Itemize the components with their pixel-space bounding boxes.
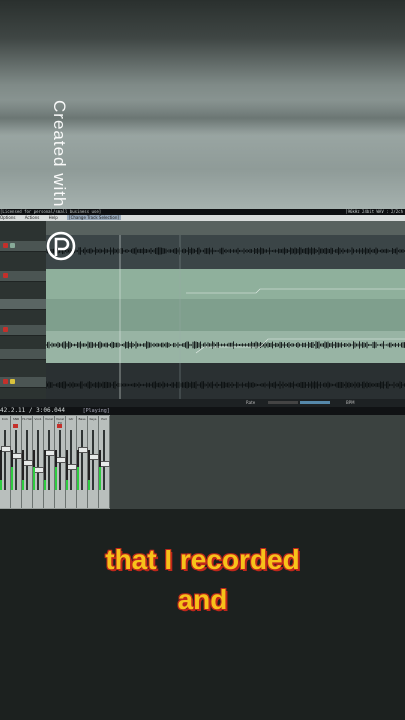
level-meter [88, 450, 90, 490]
mixer-channel-strip[interactable]: Vocal [44, 416, 55, 508]
time-display: 42.2.11 / 3:06.044 [Playing] [0, 407, 405, 415]
solo-icon[interactable] [10, 379, 15, 384]
fader-track [4, 430, 6, 490]
rate-label: Rate [246, 400, 256, 405]
mixer-channel-strip[interactable]: SNR [11, 416, 22, 508]
waveform-display [46, 235, 405, 401]
fader-track [103, 430, 105, 490]
record-arm-icon[interactable] [13, 424, 18, 428]
volume-fader[interactable] [34, 467, 44, 473]
level-meter [44, 450, 46, 490]
fader-track [81, 430, 83, 490]
arrange-view[interactable] [46, 235, 405, 401]
mixer-channel-strip[interactable]: Pad [99, 416, 110, 508]
record-arm-icon[interactable] [57, 424, 62, 428]
waveform [46, 341, 405, 349]
channel-label: Gtr [68, 417, 74, 421]
bpm-label: BPM [346, 400, 355, 405]
mute-icon[interactable] [10, 243, 15, 248]
subtitle-caption: that I recorded and [0, 540, 405, 620]
volume-fader[interactable] [45, 450, 55, 456]
mixer-channel-strip[interactable]: Keys [88, 416, 99, 508]
zoom-slider[interactable] [300, 401, 330, 404]
record-arm-icon[interactable] [3, 379, 8, 384]
track-header-5[interactable] [0, 349, 46, 360]
track-header-2[interactable] [0, 271, 46, 282]
level-meter [66, 450, 68, 490]
fader-track [48, 430, 50, 490]
volume-fader[interactable] [23, 460, 33, 466]
caption-line-2: and [177, 584, 228, 615]
volume-fader[interactable] [56, 457, 66, 463]
fader-track [37, 430, 39, 490]
watermark-text: Created with [50, 100, 69, 208]
volume-fader[interactable] [89, 454, 99, 460]
waveform [46, 247, 405, 255]
envelope-line [186, 288, 405, 294]
menu-options[interactable]: Options [0, 215, 15, 220]
channel-label: Hi-Hat [22, 417, 32, 421]
track-header-1[interactable] [0, 241, 46, 252]
track-header-4[interactable] [0, 325, 46, 336]
level-meter [11, 450, 13, 490]
volume-fader[interactable] [78, 447, 88, 453]
mixer-channel-strip[interactable]: Hi-Hat [22, 416, 33, 508]
menu-actions[interactable]: Actions [25, 215, 40, 220]
mixer-channel-strip[interactable]: Vocal FX [55, 416, 66, 508]
volume-fader[interactable] [1, 446, 11, 452]
channel-label: SNR [12, 417, 20, 421]
mixer-channel-strip[interactable]: Kick [0, 416, 11, 508]
channel-label: Vox1 [34, 417, 42, 421]
position-readout: 42.2.11 / 3:06.044 [0, 407, 66, 414]
fader-track [70, 430, 72, 490]
channel-label: Vocal [45, 417, 53, 421]
volume-fader[interactable] [100, 461, 110, 467]
level-meter [33, 450, 35, 490]
level-meter [55, 450, 57, 490]
level-meter [99, 450, 101, 490]
timeline-ruler[interactable] [46, 221, 405, 236]
volume-fader[interactable] [12, 453, 22, 459]
track-header-3[interactable] [0, 299, 46, 310]
channel-label: Pad [101, 417, 107, 421]
record-arm-icon[interactable] [3, 243, 8, 248]
play-state: [Playing] [82, 408, 110, 414]
fader-track [92, 430, 94, 490]
rate-slider[interactable] [268, 401, 298, 404]
channel-label: Kick [1, 417, 9, 421]
fader-track [15, 430, 17, 490]
mixer-channel-strip[interactable]: Bass [77, 416, 88, 508]
track-control-panel [0, 221, 46, 401]
channel-label: Bass [78, 417, 86, 421]
channel-label: Keys [89, 417, 97, 421]
transport-bar: Rate BPM [0, 399, 405, 407]
mixer-channel-strip[interactable]: Gtr [66, 416, 77, 508]
record-arm-icon[interactable] [3, 273, 8, 278]
mixer-channel-strip[interactable]: Vox1 [33, 416, 44, 508]
p-circle-logo-icon [46, 231, 76, 261]
volume-fader[interactable] [67, 464, 77, 470]
level-meter [22, 450, 24, 490]
record-arm-icon[interactable] [3, 327, 8, 332]
level-meter [77, 450, 79, 490]
waveform [46, 381, 405, 389]
level-meter [0, 450, 2, 490]
mixer-panel: Kick SNR Hi-Hat Vox1 Vocal Vocal FX Gtr Bass Key… [0, 415, 110, 509]
caption-line-1: that I recorded [105, 544, 300, 575]
track-header-6[interactable] [0, 377, 46, 388]
